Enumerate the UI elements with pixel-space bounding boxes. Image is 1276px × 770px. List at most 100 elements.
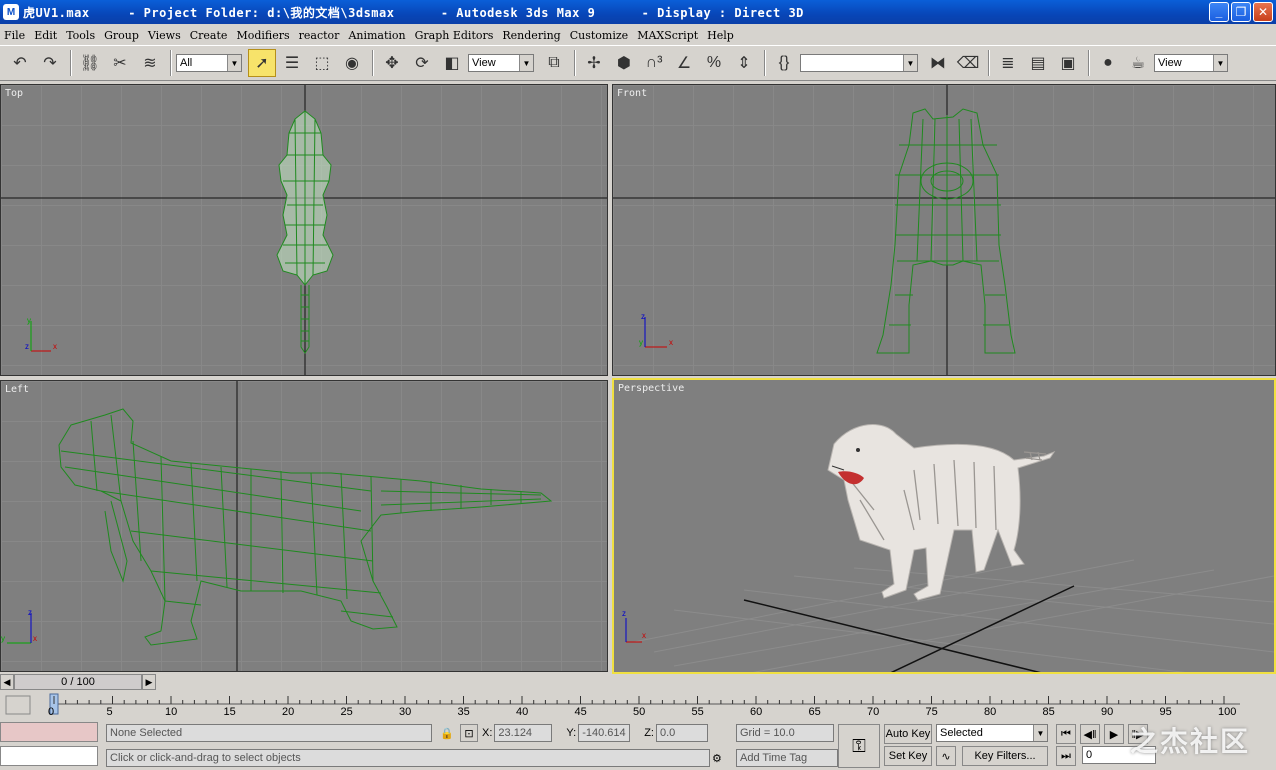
viewport-label-perspective[interactable]: Perspective	[618, 383, 684, 394]
z-label: Z:	[644, 727, 654, 739]
key-mode-dropdown[interactable]: Selected ▼	[936, 724, 1048, 742]
menu-tools[interactable]: Tools	[66, 29, 95, 42]
key-mode-toggle-icon[interactable]: ⏭	[1056, 746, 1076, 766]
y-coordinate-field[interactable]: -140.614	[578, 724, 631, 742]
viewport-label-front[interactable]: Front	[617, 88, 647, 99]
timeline-tick-label: 60	[750, 706, 763, 718]
select-by-name-icon[interactable]: ☰	[278, 49, 306, 77]
menu-views[interactable]: Views	[148, 29, 181, 42]
main-toolbar: ↶ ↷ ⛓ ✂ ≋ All ▼ ➚ ☰ ⬚ ◉ ✥ ⟳ ◧ View ▼ ⧉ ✢ ⬢…	[0, 45, 1276, 81]
axis-x-label: x	[53, 342, 57, 351]
angle-snap-icon[interactable]: ∠	[670, 49, 698, 77]
timeline-tick-label: 90	[1101, 706, 1114, 718]
timeline-tick-label: 25	[340, 706, 353, 718]
go-to-start-icon[interactable]: ⏮	[1056, 724, 1076, 744]
set-key-button[interactable]: Set Key	[884, 746, 932, 766]
axis-y-label: y	[639, 338, 643, 347]
menu-reactor[interactable]: reactor	[299, 29, 340, 42]
menu-maxscript[interactable]: MAXScript	[637, 29, 698, 42]
undo-icon[interactable]: ↶	[6, 49, 34, 77]
timeline-tick-label: 30	[399, 706, 412, 718]
menu-rendering[interactable]: Rendering	[502, 29, 560, 42]
menu-group[interactable]: Group	[104, 29, 139, 42]
menu-file[interactable]: File	[4, 29, 25, 42]
previous-frame-icon[interactable]: ◀‖	[1080, 724, 1100, 744]
menu-customize[interactable]: Customize	[570, 29, 628, 42]
prompt-line: Click or click-and-drag to select object…	[106, 749, 710, 767]
render-type-dropdown[interactable]: View ▼	[1154, 54, 1228, 72]
app-icon[interactable]: M	[3, 4, 19, 20]
redo-icon[interactable]: ↷	[36, 49, 64, 77]
viewport-left[interactable]: Left y z x	[0, 380, 608, 672]
menu-bar: File Edit Tools Group Views Create Modif…	[0, 26, 1276, 44]
keyboard-shortcut-override-icon[interactable]: ⬢	[610, 49, 638, 77]
time-slider-prev-icon[interactable]: ◀	[0, 674, 14, 690]
axis-y-label: y	[1, 634, 5, 643]
named-selection-dropdown[interactable]: ▼	[800, 54, 918, 72]
menu-create[interactable]: Create	[190, 29, 228, 42]
window-crossing-icon[interactable]: ◉	[338, 49, 366, 77]
menu-help[interactable]: Help	[707, 29, 734, 42]
rectangular-selection-icon[interactable]: ⬚	[308, 49, 336, 77]
viewport-label-left[interactable]: Left	[5, 384, 29, 395]
menu-edit[interactable]: Edit	[34, 29, 57, 42]
viewport-perspective[interactable]: x z Perspective	[612, 378, 1276, 674]
window-title: 虎UV1.max - Project Folder: d:\我的文档\3dsma…	[23, 5, 804, 20]
manipulate-icon[interactable]: ✢	[580, 49, 608, 77]
lock-selection-icon[interactable]: 🔒	[440, 727, 456, 740]
timeline-tick-label: 5	[106, 706, 113, 718]
auto-key-button[interactable]: Auto Key	[884, 724, 932, 744]
selection-filter-dropdown[interactable]: All ▼	[176, 54, 242, 72]
layer-manager-icon[interactable]: ≣	[994, 49, 1022, 77]
restore-button[interactable]: ❐	[1231, 2, 1251, 22]
add-time-tag[interactable]: Add Time Tag	[736, 749, 838, 767]
time-tag-icon[interactable]: ⚙	[712, 752, 732, 765]
bind-space-warp-icon[interactable]: ≋	[136, 49, 164, 77]
render-scene-icon[interactable]: ☕	[1124, 49, 1152, 77]
time-slider-next-icon[interactable]: ▶	[142, 674, 156, 690]
move-icon[interactable]: ✥	[378, 49, 406, 77]
edit-named-selection-icon[interactable]: {}	[770, 49, 798, 77]
close-button[interactable]: ✕	[1253, 2, 1273, 22]
z-coordinate-field[interactable]: 0.0	[655, 724, 708, 742]
svg-text:x: x	[642, 631, 646, 640]
minimize-button[interactable]: _	[1209, 2, 1229, 22]
time-slider[interactable]: ◀ 0 / 100 ▶	[0, 674, 156, 690]
absolute-mode-transform-icon[interactable]: ⊡	[460, 724, 478, 742]
axis-z-label: z	[28, 609, 32, 617]
menu-animation[interactable]: Animation	[348, 29, 405, 42]
material-editor-icon[interactable]: ●	[1094, 49, 1122, 77]
play-icon[interactable]: ▶	[1104, 724, 1124, 744]
snap-3d-icon[interactable]: ∩³	[640, 49, 668, 77]
viewport-front[interactable]: Front x z y	[612, 84, 1276, 376]
spinner-snap-icon[interactable]: ⇕	[730, 49, 758, 77]
scale-icon[interactable]: ◧	[438, 49, 466, 77]
maxscript-input-mini[interactable]	[0, 746, 98, 766]
maxscript-listener-mini[interactable]	[0, 722, 98, 742]
select-and-link-icon[interactable]: ⛓	[76, 49, 104, 77]
x-label: X:	[482, 727, 493, 739]
menu-modifiers[interactable]: Modifiers	[236, 29, 289, 42]
pivot-center-icon[interactable]: ⧉	[540, 49, 568, 77]
default-in-out-tangent-icon[interactable]: ∿	[936, 746, 956, 766]
frame-counter[interactable]: 0 / 100	[14, 674, 142, 690]
unlink-icon[interactable]: ✂	[106, 49, 134, 77]
percent-snap-icon[interactable]: %	[700, 49, 728, 77]
timeline-tick-label: 55	[691, 706, 704, 718]
mirror-icon[interactable]: ⧓	[924, 49, 952, 77]
timeline-tick-label: 35	[457, 706, 470, 718]
select-object-icon[interactable]: ➚	[248, 49, 276, 77]
x-coordinate-field[interactable]: 23.124	[494, 724, 553, 742]
title-bar: M 虎UV1.max - Project Folder: d:\我的文档\3ds…	[0, 0, 1276, 24]
viewport-top[interactable]: Top x y z	[0, 84, 608, 376]
align-icon[interactable]: ⌫	[954, 49, 982, 77]
reference-coordinate-dropdown[interactable]: View ▼	[468, 54, 534, 72]
key-filters-button[interactable]: Key Filters...	[962, 746, 1048, 766]
viewport-label-top[interactable]: Top	[5, 88, 23, 99]
schematic-view-icon[interactable]: ▣	[1054, 49, 1082, 77]
curve-editor-icon[interactable]: ▤	[1024, 49, 1052, 77]
set-key-icon[interactable]: ⚿	[838, 724, 880, 768]
timeline-tick-label: 40	[516, 706, 529, 718]
menu-graph-editors[interactable]: Graph Editors	[415, 29, 494, 42]
rotate-icon[interactable]: ⟳	[408, 49, 436, 77]
